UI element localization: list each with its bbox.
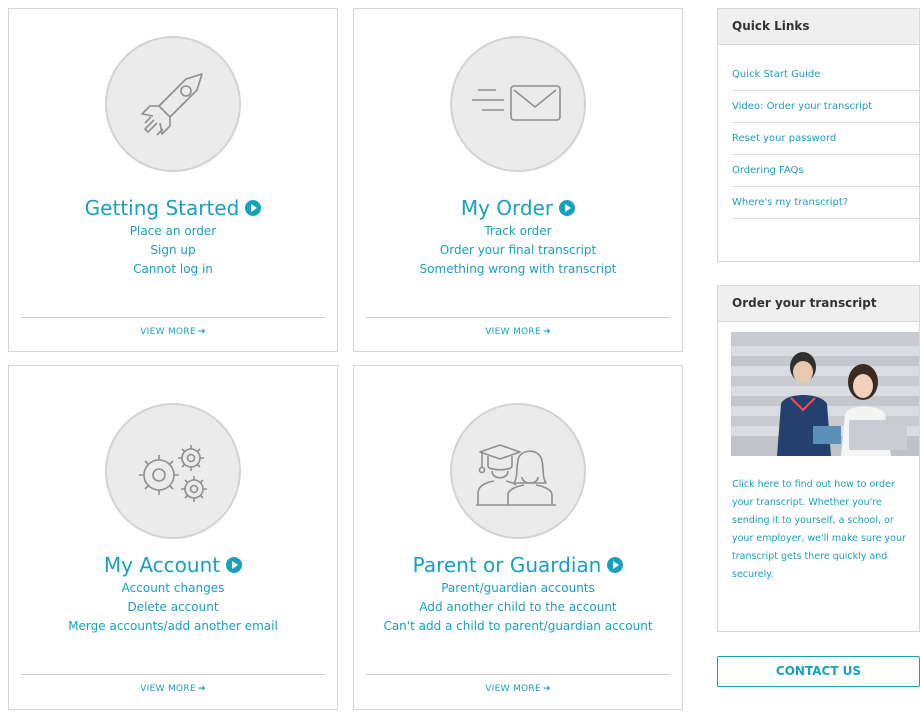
students-photo[interactable]	[731, 332, 919, 456]
order-transcript-box: Order your transcript Click here to find…	[717, 285, 920, 632]
play-circle-icon[interactable]	[559, 199, 576, 216]
view-more-link[interactable]: VIEW MORE ➔	[354, 684, 682, 694]
rocket-icon[interactable]	[105, 36, 241, 172]
quick-link-reset-password[interactable]: Reset your password	[732, 123, 919, 155]
card-my-order: My Order Track order Order your final tr…	[353, 8, 683, 352]
card-title[interactable]: Parent or Guardian	[354, 552, 682, 578]
card-getting-started: Getting Started Place an order Sign up C…	[8, 8, 338, 352]
link-account-changes[interactable]: Account changes	[9, 579, 337, 598]
card-title[interactable]: My Order	[354, 195, 682, 221]
divider	[366, 317, 670, 318]
divider	[21, 317, 325, 318]
card-my-account: My Account Account changes Delete accoun…	[8, 365, 338, 710]
quick-links-title: Quick Links	[718, 9, 919, 45]
quick-link-start-guide[interactable]: Quick Start Guide	[732, 59, 919, 91]
play-circle-icon[interactable]	[226, 556, 243, 573]
link-cannot-log-in[interactable]: Cannot log in	[9, 260, 337, 279]
view-more-link[interactable]: VIEW MORE ➔	[9, 684, 337, 694]
gears-icon[interactable]	[105, 403, 241, 539]
arrow-right-icon: ➔	[197, 684, 206, 694]
link-order-final-transcript[interactable]: Order your final transcript	[354, 241, 682, 260]
play-circle-icon[interactable]	[245, 199, 262, 216]
play-circle-icon[interactable]	[607, 556, 624, 573]
quick-link-faqs[interactable]: Ordering FAQs	[732, 155, 919, 187]
view-more-link[interactable]: VIEW MORE ➔	[9, 327, 337, 337]
card-parent-guardian: Parent or Guardian Parent/guardian accou…	[353, 365, 683, 710]
order-transcript-description[interactable]: Click here to find out how to order your…	[732, 476, 910, 584]
link-sign-up[interactable]: Sign up	[9, 241, 337, 260]
view-more-link[interactable]: VIEW MORE ➔	[354, 327, 682, 337]
quick-link-wheres-transcript[interactable]: Where's my transcript?	[732, 187, 919, 219]
parent-graduate-icon[interactable]	[450, 403, 586, 539]
order-transcript-title: Order your transcript	[718, 286, 919, 322]
link-something-wrong[interactable]: Something wrong with transcript	[354, 260, 682, 279]
link-track-order[interactable]: Track order	[354, 222, 682, 241]
link-delete-account[interactable]: Delete account	[9, 598, 337, 617]
link-add-child[interactable]: Add another child to the account	[354, 598, 682, 617]
link-merge-accounts[interactable]: Merge accounts/add another email	[9, 617, 337, 636]
arrow-right-icon: ➔	[542, 327, 551, 337]
card-title[interactable]: Getting Started	[9, 195, 337, 221]
link-place-order[interactable]: Place an order	[9, 222, 337, 241]
link-cant-add-child[interactable]: Can't add a child to parent/guardian acc…	[354, 617, 682, 636]
envelope-icon[interactable]	[450, 36, 586, 172]
contact-us-button[interactable]: CONTACT US	[717, 656, 920, 687]
divider	[21, 674, 325, 675]
quick-links-box: Quick Links Quick Start Guide Video: Ord…	[717, 8, 920, 262]
quick-link-video[interactable]: Video: Order your transcript	[732, 91, 919, 123]
divider	[366, 674, 670, 675]
arrow-right-icon: ➔	[197, 327, 206, 337]
card-title[interactable]: My Account	[9, 552, 337, 578]
link-parent-accounts[interactable]: Parent/guardian accounts	[354, 579, 682, 598]
arrow-right-icon: ➔	[542, 684, 551, 694]
